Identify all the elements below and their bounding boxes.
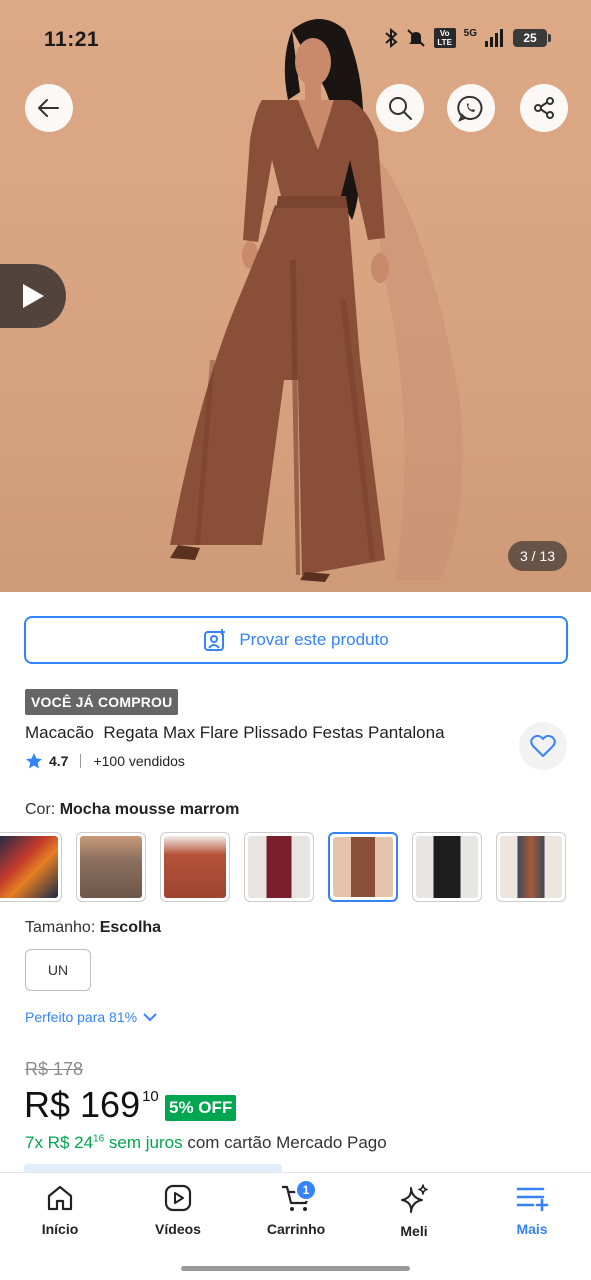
bluetooth-icon (384, 28, 398, 48)
whatsapp-icon (457, 95, 483, 122)
star-icon (26, 753, 42, 769)
color-swatch-floral-red[interactable] (0, 832, 62, 902)
price-main: R$ 169 (24, 1084, 141, 1125)
swatch-image (416, 836, 478, 898)
installments-cents: 16 (93, 1133, 105, 1145)
arrow-left-icon (38, 99, 59, 117)
status-icons: Vo LTE 5G 25 (384, 28, 551, 48)
chevron-down-icon (143, 1013, 157, 1022)
nav-item-meli[interactable]: Meli (369, 1183, 459, 1239)
rating-separator (80, 754, 82, 768)
swatch-image (248, 836, 310, 898)
swatch-image (333, 837, 393, 897)
swatch-image (500, 836, 562, 898)
installments-suffix: com cartão Mercado Pago (182, 1133, 387, 1152)
status-time: 11:21 (44, 28, 100, 51)
share-icon (534, 97, 554, 119)
favorite-button[interactable] (519, 722, 567, 770)
swatch-image (164, 836, 226, 898)
mute-bell-icon (406, 29, 425, 47)
status-bar: 11:21 Vo LTE 5G 25 (0, 0, 591, 80)
nav-item-carrinho[interactable]: 1 Carrinho (251, 1179, 341, 1237)
size-selected-value: Escolha (99, 919, 162, 936)
swatch-image (0, 836, 58, 898)
size-label-prefix: Tamanho: (25, 919, 96, 936)
nav-label: Carrinho (266, 1221, 326, 1237)
color-label: Cor: Mocha mousse marrom (25, 801, 239, 819)
next-section-peek (24, 1164, 282, 1172)
search-button[interactable] (376, 84, 424, 132)
nav-label: Mais (516, 1221, 548, 1237)
color-swatches (0, 830, 591, 904)
nav-label: Início (41, 1221, 79, 1237)
share-button[interactable] (520, 84, 568, 132)
product-title: Macacão Regata Max Flare Plissado Festas… (25, 723, 445, 742)
image-counter: 3 / 13 (507, 541, 567, 571)
signal-icon (485, 29, 503, 47)
search-icon (389, 97, 412, 120)
nav-item-videos[interactable]: Vídeos (133, 1183, 223, 1237)
color-swatch-floral-dark[interactable] (496, 832, 566, 902)
installments-info: 7x R$ 2416 sem juros com cartão Mercado … (25, 1133, 387, 1153)
fit-label: Perfeito para 81% (25, 1009, 138, 1025)
installments-amount: 7x R$ 2416 sem juros (25, 1133, 183, 1152)
nav-label: Meli (400, 1223, 428, 1239)
price-cents: 10 (142, 1088, 159, 1105)
size-label: Tamanho: Escolha (25, 919, 161, 937)
color-swatch-rust[interactable] (160, 832, 230, 902)
network-5g-label: 5G (463, 28, 477, 39)
home-indicator[interactable] (181, 1266, 410, 1271)
discount-badge: 5% OFF (165, 1095, 237, 1121)
size-option-un[interactable]: UN (25, 949, 91, 991)
current-price: R$ 169 10 (24, 1084, 159, 1126)
sparkle-icon (401, 1184, 428, 1213)
color-swatch-print-brown[interactable] (76, 832, 146, 902)
rating-value: 4.7 (49, 753, 69, 769)
color-swatch-black[interactable] (412, 832, 482, 902)
fit-percentage-link[interactable]: Perfeito para 81% (25, 1009, 157, 1025)
try-on-button[interactable]: Provar este produto (24, 616, 568, 664)
product-image-gallery[interactable]: 11:21 Vo LTE 5G 25 3 / 13 (0, 0, 591, 592)
nav-item-mais[interactable]: Mais (487, 1183, 577, 1237)
color-swatch-mocha[interactable] (328, 832, 398, 902)
try-on-label: Provar este produto (239, 630, 389, 649)
nav-item-inicio[interactable]: Início (15, 1183, 105, 1237)
home-icon (47, 1185, 73, 1211)
color-swatch-burgundy[interactable] (244, 832, 314, 902)
play-icon (23, 284, 44, 308)
product-photo (170, 19, 463, 582)
try-on-icon (204, 629, 226, 651)
battery-indicator: 25 (513, 29, 551, 47)
bottom-navigation: Início Vídeos 1 Carrinho Meli Mais (0, 1172, 591, 1280)
heart-icon (530, 734, 556, 757)
whatsapp-share-button[interactable] (447, 84, 495, 132)
rating-row[interactable]: 4.7 +100 vendidos (25, 752, 185, 770)
play-video-button[interactable] (0, 264, 66, 328)
original-price: R$ 178 (25, 1059, 84, 1079)
already-bought-badge: VOCÊ JÁ COMPROU (25, 689, 179, 715)
back-button[interactable] (25, 84, 73, 132)
installments-interest: sem juros (104, 1133, 183, 1152)
color-label-prefix: Cor: (25, 801, 56, 818)
menu-plus-icon (516, 1187, 549, 1212)
video-icon (164, 1184, 192, 1212)
installments-value: 7x R$ 24 (25, 1133, 94, 1152)
sold-count: +100 vendidos (93, 753, 185, 769)
swatch-image (80, 836, 142, 898)
cart-count-badge: 1 (295, 1179, 317, 1201)
volte-icon: Vo LTE (433, 28, 456, 48)
nav-label: Vídeos (155, 1221, 201, 1237)
color-selected-value: Mocha mousse marrom (59, 801, 240, 818)
